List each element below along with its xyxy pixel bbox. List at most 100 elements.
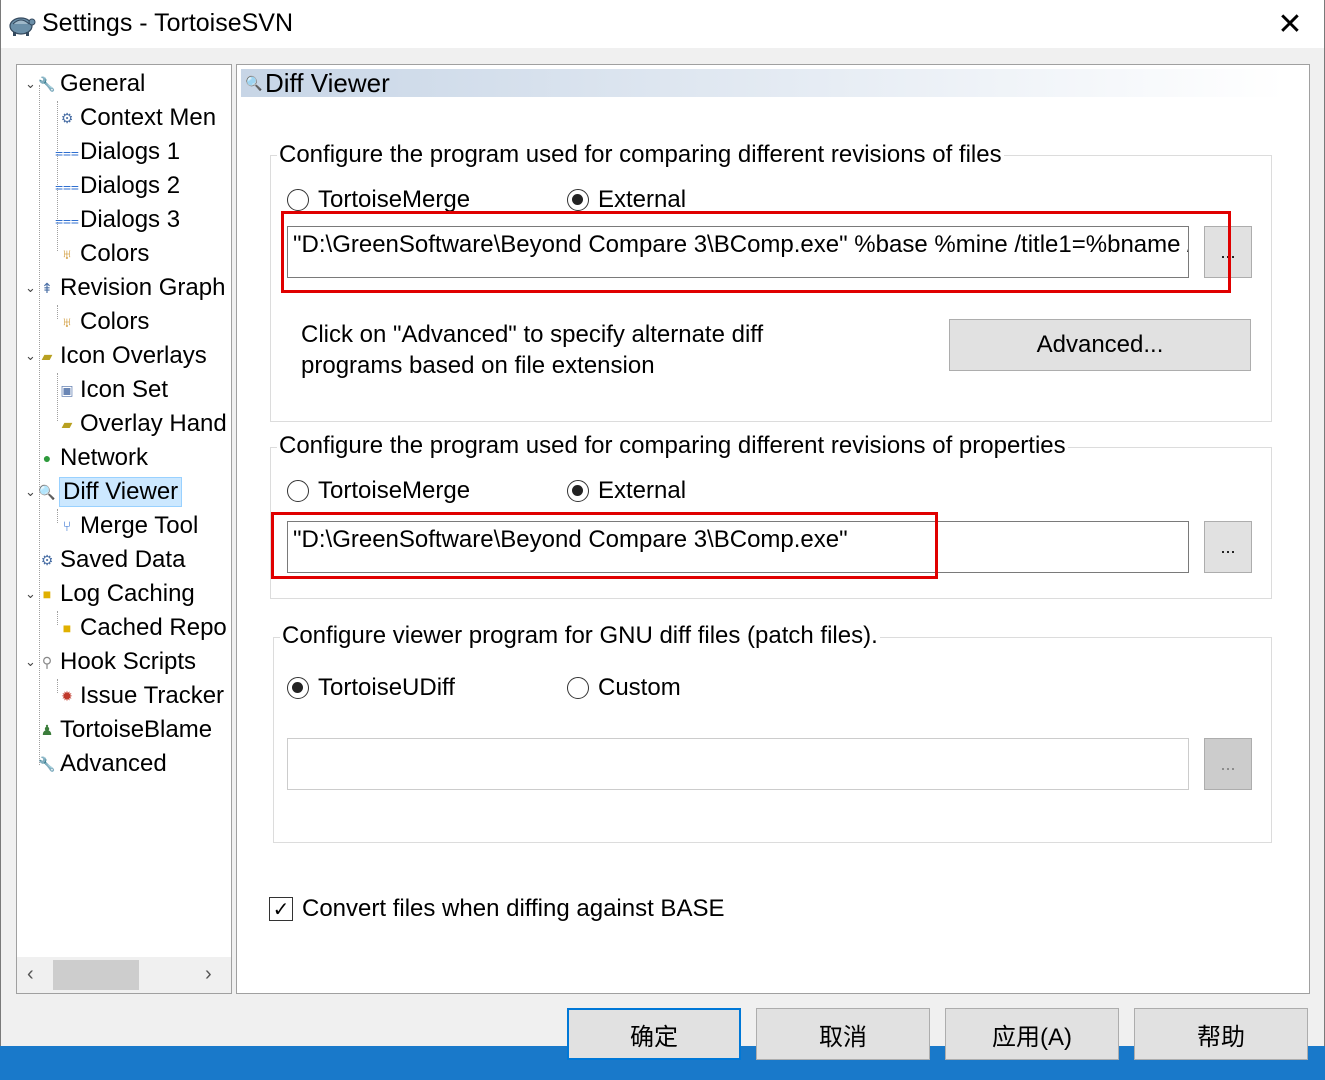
chevron-down-icon[interactable]: ⌄: [25, 586, 36, 602]
radio-circle[interactable]: [567, 480, 589, 502]
tree-item-label: General: [60, 70, 146, 97]
tree-guide-line: [57, 509, 58, 523]
title-bar: Settings - TortoiseSVN ✕: [0, 0, 1325, 48]
chevron-down-icon[interactable]: ⌄: [25, 484, 36, 500]
tree-guide-line: [57, 101, 58, 251]
tree-item-merge-tool[interactable]: ⑂ Merge Tool: [59, 510, 199, 542]
tree-item-overlay-handlers[interactable]: ▰ Overlay Hand: [59, 408, 227, 440]
scroll-right-icon[interactable]: ›: [205, 963, 212, 986]
tree-item-dialogs-2[interactable]: ⩶ Dialogs 2: [55, 170, 181, 202]
help-button[interactable]: 帮助: [1134, 1008, 1308, 1060]
apply-button[interactable]: 应用(A): [945, 1008, 1119, 1060]
tree-item-graph-colors[interactable]: ♅ Colors: [59, 306, 150, 338]
tree-item-log-caching[interactable]: ⌄ ■ Log Caching: [25, 578, 195, 610]
wrench-icon: 🔧: [38, 755, 56, 772]
props-group-label: Configure the program used for comparing…: [277, 432, 1068, 460]
overlay-icon: ▰: [61, 415, 73, 432]
chevron-down-icon[interactable]: ⌄: [25, 654, 36, 670]
tree-item-dialogs-1[interactable]: ⩶ Dialogs 1: [55, 136, 180, 168]
tree-item-icon-overlays[interactable]: ⌄ ▰ Icon Overlays: [25, 340, 207, 372]
radio-label: TortoiseMerge: [318, 186, 471, 213]
chevron-down-icon[interactable]: ⌄: [25, 280, 36, 296]
tree-item-label: Icon Set: [80, 376, 169, 403]
close-button[interactable]: ✕: [1255, 0, 1325, 48]
cache-icon: ■: [62, 620, 72, 636]
tree-item-label: Overlay Hand: [80, 410, 227, 437]
props-browse-button[interactable]: ...: [1204, 521, 1252, 573]
dialogs-icon: ⩶: [55, 177, 79, 194]
tree-item-revision-graph[interactable]: ⌄ ⇞ Revision Graph: [25, 272, 225, 304]
convert-files-checkbox[interactable]: ✓ Convert files when diffing against BAS…: [269, 895, 724, 923]
patch-viewer-path-input[interactable]: [287, 738, 1189, 790]
tree-item-network[interactable]: ● Network: [39, 442, 148, 474]
tree-item-label: Dialogs 2: [80, 172, 181, 199]
radio-circle[interactable]: [287, 189, 309, 211]
tree-item-advanced[interactable]: 🔧 Advanced: [38, 748, 167, 780]
wrench-icon: 🔧: [38, 75, 56, 92]
panel-header: 🔍 Diff Viewer: [241, 67, 1285, 98]
settings-tree[interactable]: ⌄ 🔧 General ⚙ Context Men ⩶ Dialogs 1 ⩶ …: [16, 64, 232, 994]
merge-icon: ⑂: [62, 518, 72, 534]
advanced-button[interactable]: Advanced...: [949, 319, 1251, 371]
tree-item-colors[interactable]: ♅ Colors: [59, 238, 150, 270]
checkmark-icon: ✓: [272, 898, 290, 921]
dialogs-icon: ⩶: [55, 211, 79, 228]
tree-item-issue-tracker[interactable]: ✹ Issue Tracker: [59, 680, 224, 712]
radio-circle[interactable]: [287, 480, 309, 502]
hook-icon: ⚲: [41, 653, 53, 670]
tree-item-label: Colors: [80, 240, 150, 267]
tree-item-label: Issue Tracker: [80, 682, 225, 709]
patch-radio-custom[interactable]: Custom: [567, 674, 681, 702]
panel-title: Diff Viewer: [265, 67, 390, 98]
gear-icon: ⚙: [60, 109, 74, 126]
tree-item-general[interactable]: ⌄ 🔧 General: [25, 68, 145, 100]
props-radio-external[interactable]: External: [567, 477, 686, 505]
tree-guide-line: [57, 611, 58, 625]
window-title: Settings - TortoiseSVN: [42, 9, 294, 37]
ok-button[interactable]: 确定: [567, 1008, 741, 1060]
hint-line: programs based on file extension: [301, 352, 655, 379]
scroll-left-icon[interactable]: ‹: [27, 963, 34, 986]
tree-item-cached-repos[interactable]: ■ Cached Repo: [59, 612, 227, 644]
chevron-down-icon[interactable]: ⌄: [25, 76, 36, 92]
chevron-down-icon[interactable]: ⌄: [25, 348, 36, 364]
diff-viewer-panel: 🔍 Diff Viewer Configure the program used…: [236, 64, 1310, 994]
tree-item-label: Dialogs 3: [80, 206, 181, 233]
files-radio-external[interactable]: External: [567, 186, 686, 214]
radio-circle[interactable]: [567, 189, 589, 211]
tree-item-label: TortoiseBlame: [60, 716, 213, 743]
tree-item-label: Advanced: [60, 750, 167, 777]
blame-icon: ♟: [40, 721, 54, 738]
tree-horizontal-scrollbar[interactable]: ‹ ›: [17, 957, 231, 993]
patch-browse-button[interactable]: ...: [1204, 738, 1252, 790]
tree-item-label: Icon Overlays: [60, 342, 207, 369]
props-radio-tortoisemerge[interactable]: TortoiseMerge: [287, 477, 470, 505]
highlight-box: [281, 211, 1231, 293]
network-icon: ●: [42, 450, 52, 466]
patch-radio-tortoiseudiff[interactable]: TortoiseUDiff: [287, 674, 455, 702]
tree-item-diff-viewer[interactable]: ⌄ 🔍 Diff Viewer: [25, 476, 183, 508]
checkbox-label: Convert files when diffing against BASE: [302, 895, 725, 922]
tree-item-label: Log Caching: [60, 580, 195, 607]
gear-icon: ⚙: [40, 551, 54, 568]
tortoisesvn-logo-icon: [6, 10, 36, 38]
tree-item-label: Saved Data: [60, 546, 186, 573]
overlay-icon: ▰: [41, 347, 53, 364]
patch-group-label: Configure viewer program for GNU diff fi…: [280, 622, 880, 650]
cancel-button[interactable]: 取消: [756, 1008, 930, 1060]
iconset-icon: ▣: [60, 381, 74, 398]
tree-item-hook-scripts[interactable]: ⌄ ⚲ Hook Scripts: [25, 646, 196, 678]
tree-item-saved-data[interactable]: ⚙ Saved Data: [39, 544, 186, 576]
tree-item-icon-set[interactable]: ▣ Icon Set: [59, 374, 168, 406]
radio-circle[interactable]: [287, 677, 309, 699]
tree-item-label: Context Men: [80, 104, 217, 131]
checkbox-box[interactable]: ✓: [269, 897, 293, 921]
files-radio-tortoisemerge[interactable]: TortoiseMerge: [287, 186, 470, 214]
radio-label: TortoiseUDiff: [318, 674, 455, 701]
cache-icon: ■: [42, 586, 52, 602]
tree-item-context-menu[interactable]: ⚙ Context Men: [59, 102, 216, 134]
scrollbar-thumb[interactable]: [53, 960, 139, 990]
radio-circle[interactable]: [567, 677, 589, 699]
tree-item-dialogs-3[interactable]: ⩶ Dialogs 3: [55, 204, 181, 236]
tree-item-tortoiseblame[interactable]: ♟ TortoiseBlame: [39, 714, 212, 746]
